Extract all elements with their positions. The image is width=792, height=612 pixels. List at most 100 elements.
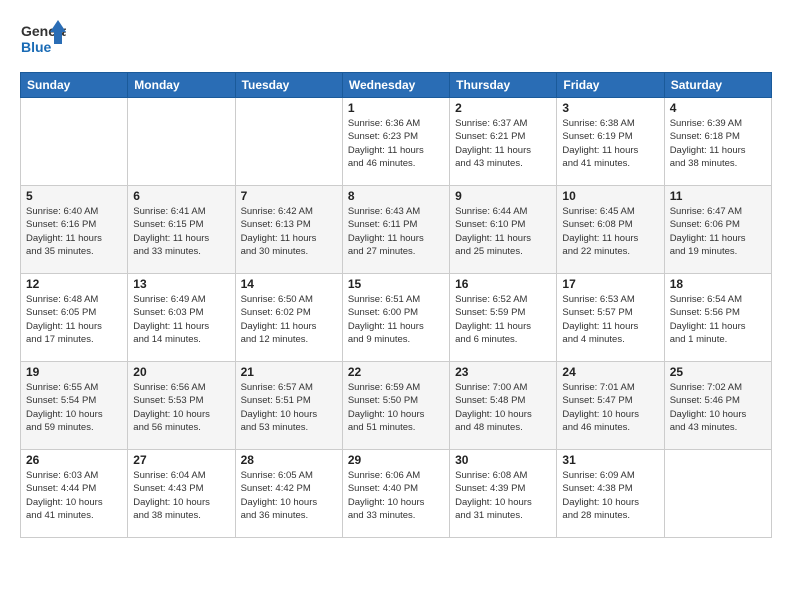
day-number: 22: [348, 365, 444, 379]
day-number: 24: [562, 365, 658, 379]
day-number: 31: [562, 453, 658, 467]
day-info: Sunrise: 6:41 AM Sunset: 6:15 PM Dayligh…: [133, 205, 229, 258]
day-info: Sunrise: 6:40 AM Sunset: 6:16 PM Dayligh…: [26, 205, 122, 258]
calendar-cell: [235, 98, 342, 186]
day-number: 5: [26, 189, 122, 203]
day-info: Sunrise: 6:49 AM Sunset: 6:03 PM Dayligh…: [133, 293, 229, 346]
calendar-cell: 21Sunrise: 6:57 AM Sunset: 5:51 PM Dayli…: [235, 362, 342, 450]
day-number: 10: [562, 189, 658, 203]
calendar-week-5: 26 Sunrise: 6:03 AM Sunset: 4:44 PM Dayli…: [21, 450, 772, 538]
day-number: 17: [562, 277, 658, 291]
day-info: Sunrise: 7:00 AM Sunset: 5:48 PM Dayligh…: [455, 381, 551, 434]
day-info: Sunrise: 7:02 AM Sunset: 5:46 PM Dayligh…: [670, 381, 766, 434]
day-number: 27: [133, 453, 229, 467]
calendar-page: General Blue SundayMondayTuesdayWednesda…: [0, 0, 792, 612]
day-number: 30: [455, 453, 551, 467]
calendar-cell: 9 Sunrise: 6:44 AM Sunset: 6:10 PM Daylig…: [450, 186, 557, 274]
weekday-header-row: SundayMondayTuesdayWednesdayThursdayFrid…: [21, 73, 772, 98]
logo: General Blue: [20, 16, 66, 62]
day-info: Sunrise: 6:36 AM Sunset: 6:23 PM Dayligh…: [348, 117, 444, 170]
calendar-cell: 20 Sunrise: 6:56 AM Sunset: 5:53 PM Dayli…: [128, 362, 235, 450]
calendar-cell: [664, 450, 771, 538]
weekday-header-thursday: Thursday: [450, 73, 557, 98]
day-number: 8: [348, 189, 444, 203]
day-info: Sunrise: 6:43 AM Sunset: 6:11 PM Dayligh…: [348, 205, 444, 258]
day-info: Sunrise: 6:51 AM Sunset: 6:00 PM Dayligh…: [348, 293, 444, 346]
day-info: Sunrise: 6:38 AM Sunset: 6:19 PM Dayligh…: [562, 117, 658, 170]
day-info: Sunrise: 6:54 AM Sunset: 5:56 PM Dayligh…: [670, 293, 766, 346]
day-info: Sunrise: 7:01 AM Sunset: 5:47 PM Dayligh…: [562, 381, 658, 434]
weekday-header-tuesday: Tuesday: [235, 73, 342, 98]
logo-svg: General Blue: [20, 16, 66, 62]
calendar-cell: 29Sunrise: 6:06 AM Sunset: 4:40 PM Dayli…: [342, 450, 449, 538]
day-number: 7: [241, 189, 337, 203]
day-info: Sunrise: 6:09 AM Sunset: 4:38 PM Dayligh…: [562, 469, 658, 522]
day-number: 12: [26, 277, 122, 291]
day-number: 2: [455, 101, 551, 115]
calendar-table: SundayMondayTuesdayWednesdayThursdayFrid…: [20, 72, 772, 538]
day-info: Sunrise: 6:03 AM Sunset: 4:44 PM Dayligh…: [26, 469, 122, 522]
calendar-cell: 23 Sunrise: 7:00 AM Sunset: 5:48 PM Dayli…: [450, 362, 557, 450]
day-info: Sunrise: 6:47 AM Sunset: 6:06 PM Dayligh…: [670, 205, 766, 258]
day-number: 26: [26, 453, 122, 467]
calendar-cell: 26 Sunrise: 6:03 AM Sunset: 4:44 PM Dayli…: [21, 450, 128, 538]
day-info: Sunrise: 6:06 AM Sunset: 4:40 PM Dayligh…: [348, 469, 444, 522]
calendar-cell: 7 Sunrise: 6:42 AM Sunset: 6:13 PM Daylig…: [235, 186, 342, 274]
day-info: Sunrise: 6:59 AM Sunset: 5:50 PM Dayligh…: [348, 381, 444, 434]
day-info: Sunrise: 6:44 AM Sunset: 6:10 PM Dayligh…: [455, 205, 551, 258]
calendar-cell: 19 Sunrise: 6:55 AM Sunset: 5:54 PM Dayli…: [21, 362, 128, 450]
day-info: Sunrise: 6:39 AM Sunset: 6:18 PM Dayligh…: [670, 117, 766, 170]
day-number: 28: [241, 453, 337, 467]
weekday-header-friday: Friday: [557, 73, 664, 98]
calendar-cell: 27 Sunrise: 6:04 AM Sunset: 4:43 PM Dayli…: [128, 450, 235, 538]
calendar-body: 1Sunrise: 6:36 AM Sunset: 6:23 PM Daylig…: [21, 98, 772, 538]
calendar-cell: [21, 98, 128, 186]
calendar-cell: 16Sunrise: 6:52 AM Sunset: 5:59 PM Dayli…: [450, 274, 557, 362]
day-number: 25: [670, 365, 766, 379]
calendar-cell: 3 Sunrise: 6:38 AM Sunset: 6:19 PM Daylig…: [557, 98, 664, 186]
day-info: Sunrise: 6:56 AM Sunset: 5:53 PM Dayligh…: [133, 381, 229, 434]
day-number: 9: [455, 189, 551, 203]
calendar-week-3: 12 Sunrise: 6:48 AM Sunset: 6:05 PM Dayli…: [21, 274, 772, 362]
day-number: 3: [562, 101, 658, 115]
weekday-header-saturday: Saturday: [664, 73, 771, 98]
weekday-header-monday: Monday: [128, 73, 235, 98]
calendar-week-4: 19 Sunrise: 6:55 AM Sunset: 5:54 PM Dayli…: [21, 362, 772, 450]
calendar-cell: 1Sunrise: 6:36 AM Sunset: 6:23 PM Daylig…: [342, 98, 449, 186]
calendar-cell: 8 Sunrise: 6:43 AM Sunset: 6:11 PM Daylig…: [342, 186, 449, 274]
day-info: Sunrise: 6:57 AM Sunset: 5:51 PM Dayligh…: [241, 381, 337, 434]
day-number: 11: [670, 189, 766, 203]
weekday-header-wednesday: Wednesday: [342, 73, 449, 98]
day-info: Sunrise: 6:04 AM Sunset: 4:43 PM Dayligh…: [133, 469, 229, 522]
day-number: 15: [348, 277, 444, 291]
day-info: Sunrise: 6:08 AM Sunset: 4:39 PM Dayligh…: [455, 469, 551, 522]
calendar-week-2: 5 Sunrise: 6:40 AM Sunset: 6:16 PM Daylig…: [21, 186, 772, 274]
calendar-cell: 15 Sunrise: 6:51 AM Sunset: 6:00 PM Dayli…: [342, 274, 449, 362]
calendar-cell: 2Sunrise: 6:37 AM Sunset: 6:21 PM Daylig…: [450, 98, 557, 186]
calendar-cell: 11 Sunrise: 6:47 AM Sunset: 6:06 PM Dayli…: [664, 186, 771, 274]
day-number: 6: [133, 189, 229, 203]
calendar-cell: 28 Sunrise: 6:05 AM Sunset: 4:42 PM Dayli…: [235, 450, 342, 538]
day-info: Sunrise: 6:05 AM Sunset: 4:42 PM Dayligh…: [241, 469, 337, 522]
calendar-cell: 13Sunrise: 6:49 AM Sunset: 6:03 PM Dayli…: [128, 274, 235, 362]
day-number: 4: [670, 101, 766, 115]
day-info: Sunrise: 6:42 AM Sunset: 6:13 PM Dayligh…: [241, 205, 337, 258]
day-number: 19: [26, 365, 122, 379]
calendar-cell: 24 Sunrise: 7:01 AM Sunset: 5:47 PM Dayli…: [557, 362, 664, 450]
svg-text:Blue: Blue: [21, 39, 52, 55]
day-number: 14: [241, 277, 337, 291]
day-number: 23: [455, 365, 551, 379]
calendar-cell: 10 Sunrise: 6:45 AM Sunset: 6:08 PM Dayli…: [557, 186, 664, 274]
day-info: Sunrise: 6:55 AM Sunset: 5:54 PM Dayligh…: [26, 381, 122, 434]
calendar-cell: 6 Sunrise: 6:41 AM Sunset: 6:15 PM Daylig…: [128, 186, 235, 274]
calendar-cell: 22 Sunrise: 6:59 AM Sunset: 5:50 PM Dayli…: [342, 362, 449, 450]
day-number: 16: [455, 277, 551, 291]
day-info: Sunrise: 6:48 AM Sunset: 6:05 PM Dayligh…: [26, 293, 122, 346]
day-info: Sunrise: 6:45 AM Sunset: 6:08 PM Dayligh…: [562, 205, 658, 258]
calendar-cell: 5 Sunrise: 6:40 AM Sunset: 6:16 PM Daylig…: [21, 186, 128, 274]
day-info: Sunrise: 6:53 AM Sunset: 5:57 PM Dayligh…: [562, 293, 658, 346]
calendar-cell: 30 Sunrise: 6:08 AM Sunset: 4:39 PM Dayli…: [450, 450, 557, 538]
day-info: Sunrise: 6:50 AM Sunset: 6:02 PM Dayligh…: [241, 293, 337, 346]
day-number: 20: [133, 365, 229, 379]
day-number: 18: [670, 277, 766, 291]
